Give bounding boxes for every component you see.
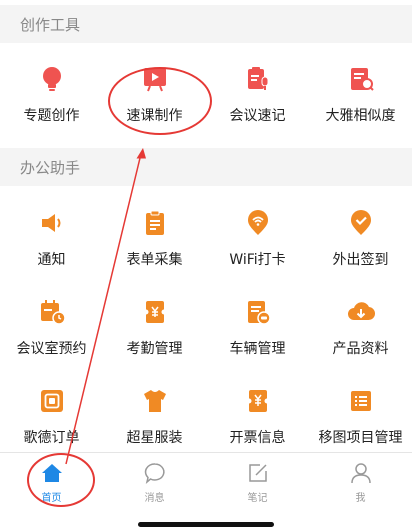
tool-label: 速课制作: [126, 108, 183, 124]
invoice-yen-icon: [246, 390, 269, 412]
lightbulb-icon: [42, 67, 61, 91]
calendar-clock-icon: [40, 300, 66, 325]
tshirt-icon: [143, 390, 166, 412]
section-title: 办公助手: [20, 158, 81, 177]
tool-label: 考勤管理: [126, 341, 183, 357]
tool-label: 移图项目管理: [318, 430, 403, 446]
tool-label: 通知: [37, 252, 66, 268]
chat-bubble-icon: [144, 463, 165, 485]
tab-label: 我: [355, 493, 366, 504]
tab-notes[interactable]: 笔记: [206, 453, 309, 511]
section-header-creation-tools: 创作工具: [0, 5, 412, 43]
tool-label: 会议室预约: [16, 341, 87, 357]
tool-topic-creation[interactable]: 专题创作: [0, 63, 103, 143]
tool-daya-similarity[interactable]: 大雅相似度: [309, 63, 412, 143]
tool-label: 外出签到: [332, 252, 389, 268]
megaphone-icon: [41, 214, 60, 232]
home-indicator: [138, 522, 274, 527]
tool-label: 车辆管理: [229, 341, 286, 357]
order-square-icon: [40, 390, 63, 412]
office-form-collect[interactable]: 表单采集: [103, 207, 206, 287]
clipboard-form-icon: [145, 210, 164, 235]
tool-label: 产品资料: [332, 341, 389, 357]
car-document-icon: [247, 301, 271, 325]
office-meeting-room[interactable]: 会议室预约: [0, 296, 103, 376]
tool-label: 歌德订单: [23, 430, 80, 446]
person-icon: [350, 463, 371, 484]
tool-label: 开票信息: [229, 430, 286, 446]
location-check-icon: [350, 210, 371, 235]
tool-label: 专题创作: [23, 108, 80, 124]
wifi-checkin-icon: [247, 210, 268, 235]
tool-label: 会议速记: [229, 108, 286, 124]
tab-home[interactable]: 首页: [0, 453, 103, 511]
tool-label: WiFi打卡: [229, 252, 286, 268]
tab-label: 笔记: [247, 493, 268, 504]
attendance-ticket-icon: [143, 301, 166, 323]
tab-messages[interactable]: 消息: [103, 453, 206, 511]
tool-label: 超星服装: [126, 430, 183, 446]
office-vehicle[interactable]: 车辆管理: [206, 296, 309, 376]
office-notice[interactable]: 通知: [0, 207, 103, 287]
office-product-docs[interactable]: 产品资料: [309, 296, 412, 376]
tool-label: 表单采集: [126, 252, 183, 268]
tool-meeting-notes[interactable]: 会议速记: [206, 63, 309, 143]
section-header-office-assistant: 办公助手: [0, 148, 412, 186]
office-attendance[interactable]: 考勤管理: [103, 296, 206, 376]
note-edit-icon: [248, 464, 267, 482]
video-play-icon: [143, 68, 166, 92]
office-wifi-checkin[interactable]: WiFi打卡: [206, 207, 309, 287]
project-list-icon: [350, 391, 371, 411]
meeting-notes-mic-icon: [247, 67, 268, 90]
tool-label: 大雅相似度: [325, 108, 396, 124]
tool-quick-course[interactable]: 速课制作: [103, 63, 206, 143]
cloud-download-icon: [347, 302, 375, 321]
tab-label: 首页: [41, 493, 62, 504]
bottom-tab-bar: 首页 消息 笔记 我: [0, 452, 412, 511]
document-search-icon: [350, 68, 374, 91]
office-outing-signin[interactable]: 外出签到: [309, 207, 412, 287]
tab-me[interactable]: 我: [309, 453, 412, 511]
home-icon: [41, 464, 62, 482]
section-title: 创作工具: [20, 15, 81, 34]
tab-label: 消息: [144, 493, 165, 504]
